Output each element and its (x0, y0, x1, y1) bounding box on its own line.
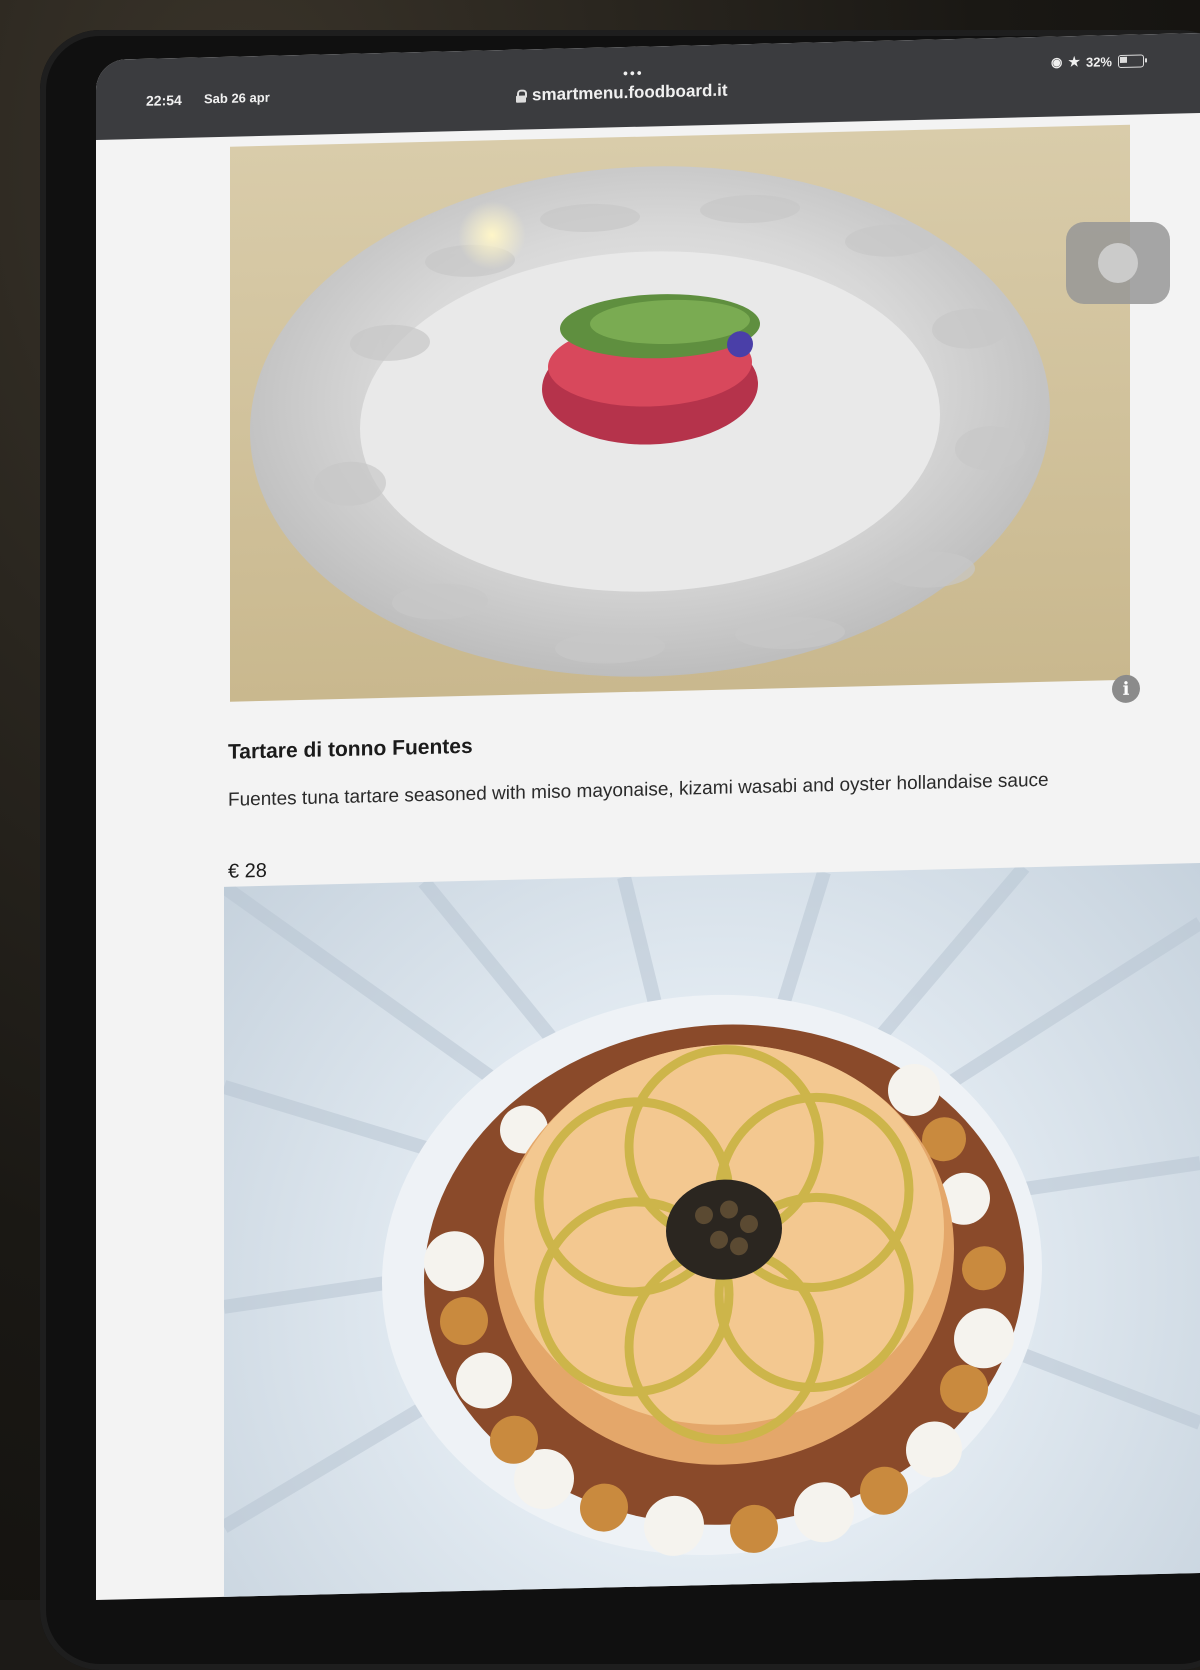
wifi-icon: ◉ (1050, 54, 1063, 70)
dish-price: € 28 (228, 859, 267, 883)
dish-title: Tartare di tonno Fuentes (228, 734, 473, 764)
location-icon: ★ (1068, 53, 1080, 70)
battery-icon (1118, 53, 1144, 68)
info-icon[interactable]: i (1112, 674, 1140, 704)
assistive-touch-dot (1098, 243, 1138, 283)
status-date: Sab 26 apr (204, 89, 270, 107)
address-bar[interactable]: smartmenu.foodboard.it (516, 81, 728, 106)
dish-photo-tartare[interactable] (230, 124, 1130, 702)
dish-description: Fuentes tuna tartare seasoned with miso … (228, 769, 1049, 811)
browser-screen: 22:54 Sab 26 apr ••• smartmenu.foodboard… (96, 33, 1200, 1601)
plate-illustration (250, 166, 1050, 677)
lock-icon (516, 89, 526, 101)
dish-photo-next[interactable] (224, 863, 1200, 1601)
status-indicators: ◉ ★ 32% (1051, 52, 1144, 70)
battery-percent: 32% (1085, 53, 1112, 70)
status-time: 22:54 (146, 91, 182, 109)
assistive-touch-button[interactable] (1066, 222, 1170, 304)
url-text: smartmenu.foodboard.it (532, 80, 728, 105)
plate-illustration-2 (224, 863, 1200, 1556)
tab-dots-icon[interactable]: ••• (623, 65, 644, 82)
